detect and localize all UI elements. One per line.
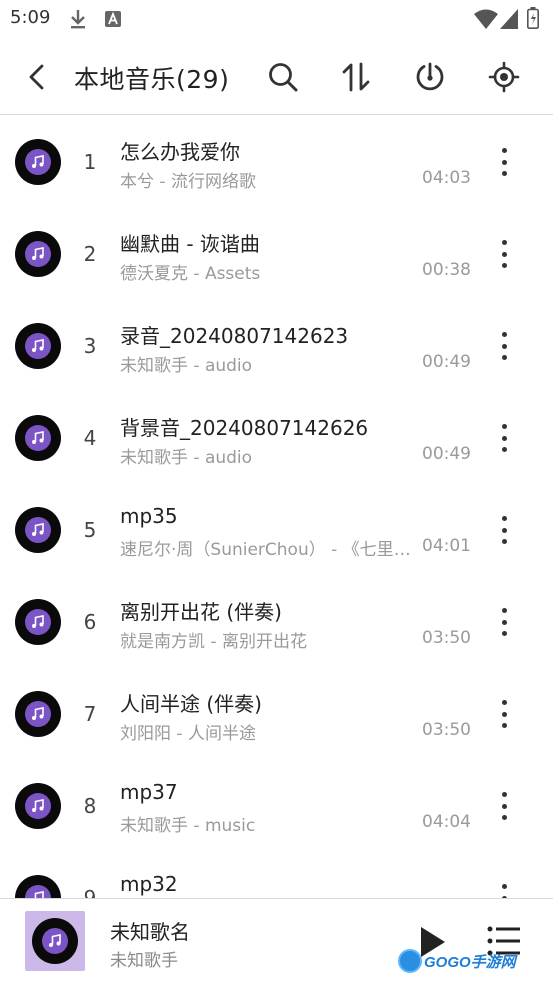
wifi-icon	[474, 9, 498, 33]
locate-button[interactable]	[484, 57, 524, 97]
song-artist-album: 未知歌手 - music	[120, 816, 256, 836]
song-duration: 00:49	[422, 352, 471, 372]
watermark-logo-icon	[398, 949, 422, 973]
song-title: mp32	[120, 872, 178, 896]
watermark-text: GOGO手游网	[424, 953, 516, 971]
song-duration: 00:38	[422, 260, 471, 280]
status-bar: 5:09	[0, 0, 553, 38]
page-title: 本地音乐(29)	[74, 65, 230, 94]
song-row[interactable]: 5 mp35 速尼尔·周（SunierChou） - 《七里香》 04:01	[0, 484, 553, 576]
timer-button[interactable]	[410, 57, 450, 97]
song-index: 9	[83, 886, 97, 898]
album-disc-icon	[15, 599, 61, 645]
music-note-icon	[49, 934, 61, 947]
back-button[interactable]	[17, 57, 57, 97]
song-row[interactable]: 1 怎么办我爱你 本兮 - 流行网络歌 04:03	[0, 116, 553, 208]
song-index: 4	[83, 426, 97, 450]
locate-icon	[488, 61, 520, 93]
album-disc-icon	[15, 231, 61, 277]
song-duration: 00:49	[422, 444, 471, 464]
download-icon	[68, 8, 88, 34]
back-arrow-icon	[29, 64, 44, 90]
song-row[interactable]: 8 mp37 未知歌手 - music 04:04	[0, 760, 553, 852]
now-playing-title: 未知歌名	[110, 920, 190, 944]
song-index: 1	[83, 150, 97, 174]
album-disc-icon	[15, 783, 61, 829]
mini-player[interactable]: 未知歌名 未知歌手 GOGO手游网	[0, 898, 553, 984]
song-title: 录音_20240807142623	[120, 324, 349, 348]
song-duration: 04:01	[422, 536, 471, 556]
music-note-icon	[34, 891, 44, 898]
song-artist-album: 德沃夏克 - Assets	[120, 264, 261, 284]
signal-icon	[500, 9, 518, 33]
more-options-icon[interactable]	[492, 236, 516, 272]
song-duration: 04:03	[422, 168, 471, 188]
song-duration: 03:50	[422, 720, 471, 740]
song-artist-album: 速尼尔·周（SunierChou） - 《七里香》	[120, 540, 412, 560]
song-artist-album: 刘阳阳 - 人间半途	[120, 724, 256, 744]
album-disc-icon	[15, 139, 61, 185]
music-note-icon	[32, 247, 44, 260]
song-row[interactable]: 3 录音_20240807142623 未知歌手 - audio 00:49	[0, 300, 553, 392]
song-index: 2	[83, 242, 97, 266]
more-options-icon[interactable]	[492, 696, 516, 732]
album-disc-icon	[32, 918, 78, 964]
album-disc-icon	[15, 875, 61, 898]
album-disc-icon	[15, 323, 61, 369]
album-cover[interactable]	[25, 911, 85, 971]
watermark: GOGO手游网	[398, 947, 516, 975]
song-title: 幽默曲 - 诙谐曲	[120, 232, 260, 256]
sort-icon	[342, 62, 370, 92]
music-note-icon	[32, 799, 44, 812]
more-options-icon[interactable]	[492, 144, 516, 180]
song-title: 怎么办我爱你	[120, 140, 240, 164]
timer-icon	[416, 62, 444, 91]
sort-button[interactable]	[336, 57, 376, 97]
song-index: 3	[83, 334, 97, 358]
song-index: 8	[83, 794, 97, 818]
song-index: 7	[83, 702, 97, 726]
song-duration: 04:04	[422, 812, 471, 832]
music-note-icon	[32, 339, 44, 352]
search-button[interactable]	[263, 57, 303, 97]
song-artist-album: 未知歌手 - audio	[120, 448, 253, 468]
song-artist-album: 就是南方凯 - 离别开出花	[120, 632, 307, 652]
song-row[interactable]: 2 幽默曲 - 诙谐曲 德沃夏克 - Assets 00:38	[0, 208, 553, 300]
album-disc-icon	[15, 507, 61, 553]
song-title: 人间半途 (伴奏)	[120, 692, 262, 716]
more-options-icon[interactable]	[492, 880, 516, 898]
song-title: 离别开出花 (伴奏)	[120, 600, 282, 624]
now-playing-artist: 未知歌手	[110, 951, 178, 971]
album-disc-icon	[15, 415, 61, 461]
song-artist-album: 未知歌手 - audio	[120, 356, 253, 376]
text-a-icon	[104, 10, 122, 32]
song-list: 1 怎么办我爱你 本兮 - 流行网络歌 04:03 2 幽默曲 - 诙谐曲 德沃…	[0, 116, 553, 898]
music-note-icon	[32, 155, 44, 168]
music-note-icon	[32, 707, 44, 720]
song-row[interactable]: 6 离别开出花 (伴奏) 就是南方凯 - 离别开出花 03:50	[0, 576, 553, 668]
more-options-icon[interactable]	[492, 328, 516, 364]
song-title: 背景音_20240807142626	[120, 416, 369, 440]
song-row[interactable]: 9 mp32	[0, 852, 553, 898]
search-icon	[269, 63, 298, 92]
song-row[interactable]: 7 人间半途 (伴奏) 刘阳阳 - 人间半途 03:50	[0, 668, 553, 760]
song-artist-album: 本兮 - 流行网络歌	[120, 172, 256, 192]
song-duration: 03:50	[422, 628, 471, 648]
toolbar: 本地音乐(29)	[0, 38, 553, 115]
more-options-icon[interactable]	[492, 788, 516, 824]
more-options-icon[interactable]	[492, 604, 516, 640]
battery-icon	[527, 7, 539, 33]
music-note-icon	[32, 615, 44, 628]
music-note-icon	[32, 523, 44, 536]
more-options-icon[interactable]	[492, 420, 516, 456]
music-note-icon	[32, 431, 44, 444]
song-title: mp37	[120, 780, 178, 804]
song-title: mp35	[120, 504, 178, 528]
song-row[interactable]: 4 背景音_20240807142626 未知歌手 - audio 00:49	[0, 392, 553, 484]
album-disc-icon	[15, 691, 61, 737]
status-time: 5:09	[10, 7, 51, 28]
song-index: 5	[83, 518, 97, 542]
song-index: 6	[83, 610, 97, 634]
more-options-icon[interactable]	[492, 512, 516, 548]
